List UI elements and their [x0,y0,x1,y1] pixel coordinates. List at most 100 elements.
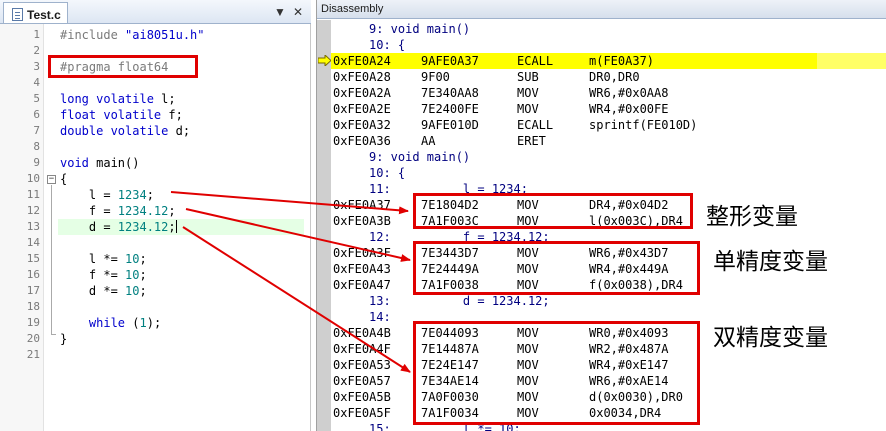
close-brace: } [60,332,68,346]
text-caret [175,220,177,233]
code-line-1[interactable]: #include "ai8051u.h" [60,27,205,43]
asm-addr[interactable]: 0xFE0A3F [333,245,391,261]
asm-addr[interactable]: 0xFE0A47 [333,277,391,293]
line-number: 12 [26,204,40,217]
preprocessor-keyword: #include [60,28,118,42]
type-keyword: void [60,156,89,170]
line-number: 1 [33,28,40,41]
asm-op[interactable]: ERET [517,133,546,149]
asm-op[interactable]: MOV [517,85,539,101]
code-line-20[interactable]: } [60,331,67,347]
asm-addr[interactable]: 0xFE0A57 [333,373,391,389]
current-instruction-highlight [331,53,817,69]
fold-toggle-icon[interactable]: − [47,175,56,184]
asm-bytes[interactable]: 7E2400FE [421,101,479,117]
asm-addr[interactable]: 0xFE0A43 [333,261,391,277]
code-line-6[interactable]: float volatile f; [60,107,183,123]
asm-bytes[interactable]: 7E340AA8 [421,85,479,101]
code-line-9[interactable]: void main() [60,155,139,171]
source-editor-pane[interactable]: Test.c ▼ ✕ 1 2 3 4 5 6 7 8 9 10 11 12 13 14 15 16 17 18 19… [0,0,311,431]
line-number: 15 [26,252,40,265]
asm-addr[interactable]: 0xFE0A24 [333,53,391,69]
line-number: 5 [33,92,40,105]
source-line[interactable]: 10: { [369,37,405,53]
identifier: d *= [60,284,126,298]
asm-addr[interactable]: 0xFE0A4B [333,325,391,341]
line-number: 8 [33,140,40,153]
single-precision-label: 单精度变量 [713,249,828,275]
asm-bytes[interactable]: AA [421,133,435,149]
code-line-17[interactable]: d *= 10; [60,283,147,299]
asm-bytes[interactable]: 9AFE010D [421,117,479,133]
asm-args[interactable]: WR6,#0x0AA8 [589,85,668,101]
asm-addr[interactable]: 0xFE0A36 [333,133,391,149]
code-line-5[interactable]: long volatile l; [60,91,176,107]
execution-pointer-icon [318,55,331,66]
source-line[interactable]: 10: { [369,165,405,181]
asm-op[interactable]: MOV [517,101,539,117]
code-line-12[interactable]: f = 1234.12; [60,203,176,219]
number-literal: 1 [139,316,147,330]
line-number: 3 [33,60,40,73]
paren: ); [146,316,162,330]
identifier: l *= [60,252,126,266]
fold-guide-end [51,334,56,335]
asm-addr[interactable]: 0xFE0A2A [333,85,391,101]
asm-addr[interactable]: 0xFE0A37 [333,197,391,213]
asm-addr[interactable]: 0xFE0A32 [333,117,391,133]
line-number: 21 [26,348,40,361]
source-line[interactable]: 14: [369,309,391,325]
c-file-icon [12,8,23,21]
disassembly-margin [317,20,331,431]
source-line[interactable]: 9: void main() [369,21,470,37]
disassembly-pane[interactable]: Disassembly 9: void main() 10: {0xFE0A24 9… [316,0,886,431]
number-literal: 10 [125,284,140,298]
double-asm-box [413,321,700,425]
pragma-highlight-box [48,55,198,78]
integer-asm-box [413,193,693,229]
asm-bytes[interactable]: 9AFE0A37 [421,53,479,69]
tab-test-c[interactable]: Test.c [3,2,68,23]
asm-op[interactable]: ECALL [517,53,553,69]
asm-addr[interactable]: 0xFE0A2E [333,101,391,117]
code-line-16[interactable]: f *= 10; [60,267,147,283]
asm-op[interactable]: ECALL [517,117,553,133]
code-line-11[interactable]: l = 1234; [60,187,154,203]
code-line-19[interactable]: while (1); [60,315,161,331]
code-line-7[interactable]: double volatile d; [60,123,190,139]
asm-addr[interactable]: 0xFE0A5B [333,389,391,405]
identifier: main() [88,156,140,170]
asm-args[interactable]: sprintf(FE010D) [589,117,697,133]
identifier: d = [60,220,118,234]
code-line-15[interactable]: l *= 10; [60,251,147,267]
semicolon: ; [139,268,147,282]
asm-args[interactable]: m(FE0A37) [589,53,654,69]
asm-addr[interactable]: 0xFE0A53 [333,357,391,373]
line-number: 13 [26,220,40,233]
asm-op[interactable]: SUB [517,69,539,85]
source-line[interactable]: 9: void main() [369,149,470,165]
semicolon: ; [168,220,176,234]
open-brace: { [60,172,68,186]
asm-args[interactable]: WR4,#0x00FE [589,101,668,117]
semicolon: ; [146,188,154,202]
close-icon[interactable]: ✕ [290,4,306,20]
asm-addr[interactable]: 0xFE0A3B [333,213,391,229]
code-line-10[interactable]: { [60,171,67,187]
line-number: 19 [26,316,40,329]
number-literal: 1234.12 [117,220,169,234]
integer-variable-label: 整形变量 [706,204,798,230]
asm-args[interactable]: DR0,DR0 [589,69,640,85]
asm-bytes[interactable]: 9F00 [421,69,450,85]
semicolon: ; [139,284,147,298]
code-line-13[interactable]: d = 1234.12; [60,219,177,235]
tab-dropdown-icon[interactable]: ▼ [272,4,288,20]
source-line[interactable]: 13: d = 1234.12; [369,293,550,309]
asm-addr[interactable]: 0xFE0A5F [333,405,391,421]
fold-guide [51,185,52,335]
asm-addr[interactable]: 0xFE0A28 [333,69,391,85]
semicolon: ; [168,204,176,218]
line-number: 2 [33,44,40,57]
type-keyword: float volatile [60,108,162,122]
asm-addr[interactable]: 0xFE0A4F [333,341,391,357]
